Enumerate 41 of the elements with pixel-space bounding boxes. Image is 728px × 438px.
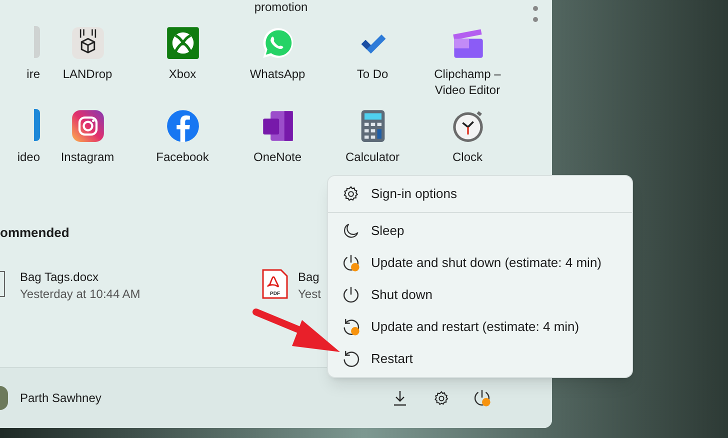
download-icon xyxy=(392,390,408,406)
chat-bubble-icon xyxy=(260,26,294,60)
menu-item[interactable]: Update and restart (estimate: 4 min) xyxy=(328,311,632,343)
pinned-app[interactable]: To Do xyxy=(325,26,420,109)
notebook-icon xyxy=(260,109,294,143)
letter-f-logo-icon xyxy=(166,109,200,143)
document-icon xyxy=(0,271,5,297)
settings-icon xyxy=(432,390,450,406)
menu-item[interactable]: Restart xyxy=(328,343,632,375)
pinned-app[interactable]: Instagram xyxy=(40,109,135,189)
menu-item[interactable]: Sign-in options xyxy=(328,178,632,210)
clapperboard-icon xyxy=(450,26,484,60)
clock-icon xyxy=(450,109,484,143)
power-update-icon xyxy=(472,388,492,408)
app-label: ire xyxy=(26,66,40,82)
package-icon xyxy=(70,26,104,60)
avatar[interactable] xyxy=(0,386,8,410)
section-heading: ommended xyxy=(0,225,70,241)
camera-icon xyxy=(70,109,104,143)
settings-icon xyxy=(342,185,360,203)
pinned-app[interactable]: WhatsApp xyxy=(230,26,325,109)
menu-item[interactable]: Update and shut down (estimate: 4 min) xyxy=(328,247,632,279)
power-button[interactable] xyxy=(472,388,492,408)
menu-item[interactable]: Sleep xyxy=(328,215,632,247)
scroll-dots-icon[interactable] xyxy=(533,6,538,22)
pinned-app[interactable]: Xbox xyxy=(135,26,230,109)
restart-icon xyxy=(341,349,361,369)
pinned-app[interactable]: Clipchamp – Video Editor xyxy=(420,26,515,109)
pinned-app[interactable]: LANDrop xyxy=(40,26,135,109)
app-label: promotion xyxy=(254,0,308,14)
power-icon xyxy=(341,285,361,305)
menu-item[interactable]: Shut down xyxy=(328,279,632,311)
user-name[interactable]: Parth Sawhney xyxy=(20,389,102,407)
power-update-icon xyxy=(341,253,361,273)
recommended-file[interactable]: Bag Tags.docx Yesterday at 10:44 AM xyxy=(0,269,262,303)
pinned-app[interactable]: OneNote xyxy=(230,109,325,189)
moon-icon xyxy=(342,222,360,240)
app-label: ideo xyxy=(17,149,40,165)
restart-update-icon xyxy=(341,317,361,337)
pinned-app[interactable]: Facebook xyxy=(135,109,230,189)
xbox-logo-icon xyxy=(166,26,200,60)
